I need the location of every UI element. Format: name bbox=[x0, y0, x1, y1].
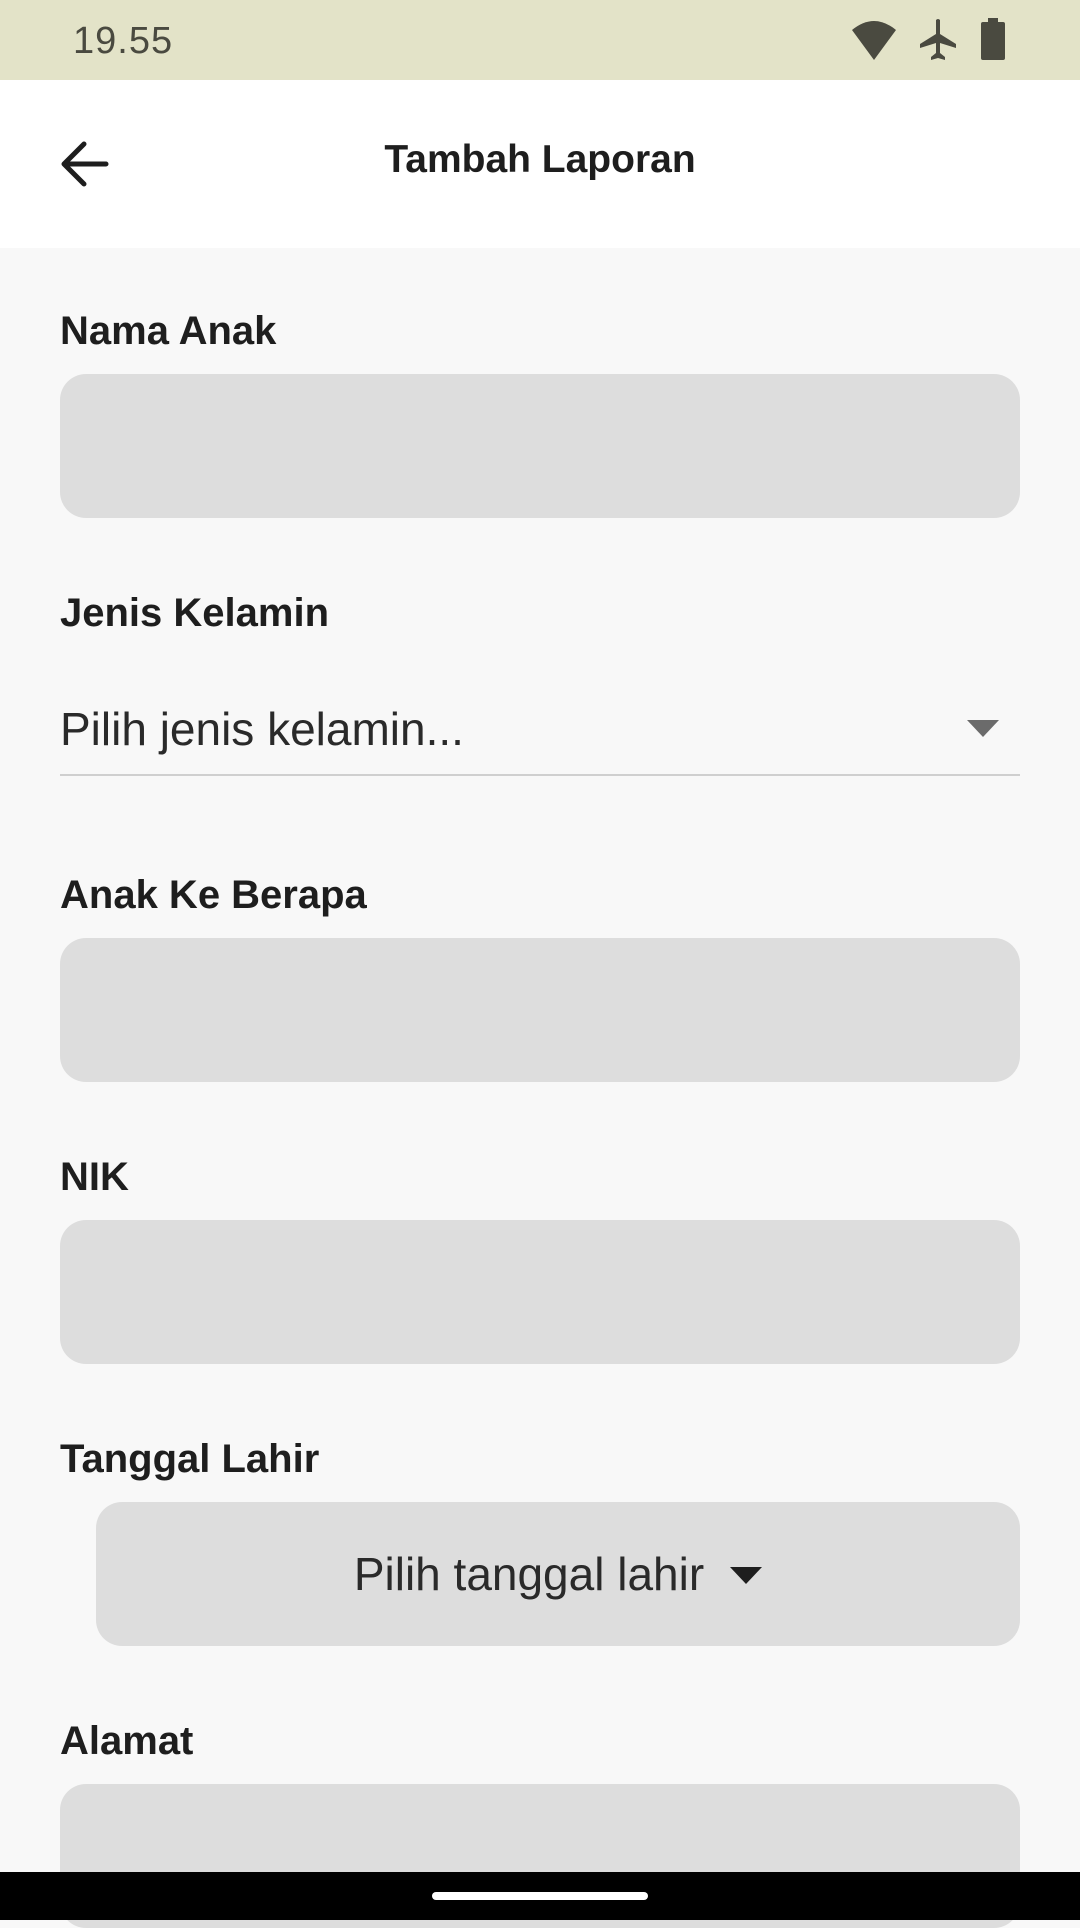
tanggal-lahir-label: Tanggal Lahir bbox=[60, 1437, 320, 1481]
status-time: 19.55 bbox=[73, 20, 174, 62]
jenis-kelamin-label: Jenis Kelamin bbox=[60, 591, 330, 635]
tanggal-lahir-button[interactable]: Pilih tanggal lahir bbox=[96, 1502, 1020, 1646]
nama-anak-input[interactable] bbox=[60, 374, 1020, 518]
nama-anak-label: Nama Anak bbox=[60, 309, 277, 353]
anak-ke-input[interactable] bbox=[60, 938, 1020, 1082]
airplane-icon bbox=[920, 19, 956, 60]
tanggal-lahir-button-label: Pilih tanggal lahir bbox=[353, 1548, 705, 1600]
battery-icon bbox=[981, 18, 1005, 60]
dropdown-arrow-icon bbox=[967, 720, 999, 737]
anak-ke-label: Anak Ke Berapa bbox=[60, 873, 367, 917]
status-bar: 19.55 bbox=[0, 0, 1080, 80]
navigation-bar bbox=[0, 1872, 1080, 1920]
wifi-icon bbox=[852, 21, 896, 60]
jenis-kelamin-dropdown[interactable]: Pilih jenis kelamin... bbox=[60, 690, 1020, 776]
jenis-kelamin-placeholder: Pilih jenis kelamin... bbox=[60, 703, 464, 755]
alamat-label: Alamat bbox=[60, 1719, 194, 1763]
nik-label: NIK bbox=[60, 1155, 129, 1199]
home-indicator[interactable] bbox=[432, 1892, 648, 1900]
page-title: Tambah Laporan bbox=[384, 138, 696, 181]
dropdown-arrow-icon bbox=[730, 1567, 763, 1584]
nik-input[interactable] bbox=[60, 1220, 1020, 1364]
app-bar: Tambah Laporan bbox=[0, 80, 1080, 248]
